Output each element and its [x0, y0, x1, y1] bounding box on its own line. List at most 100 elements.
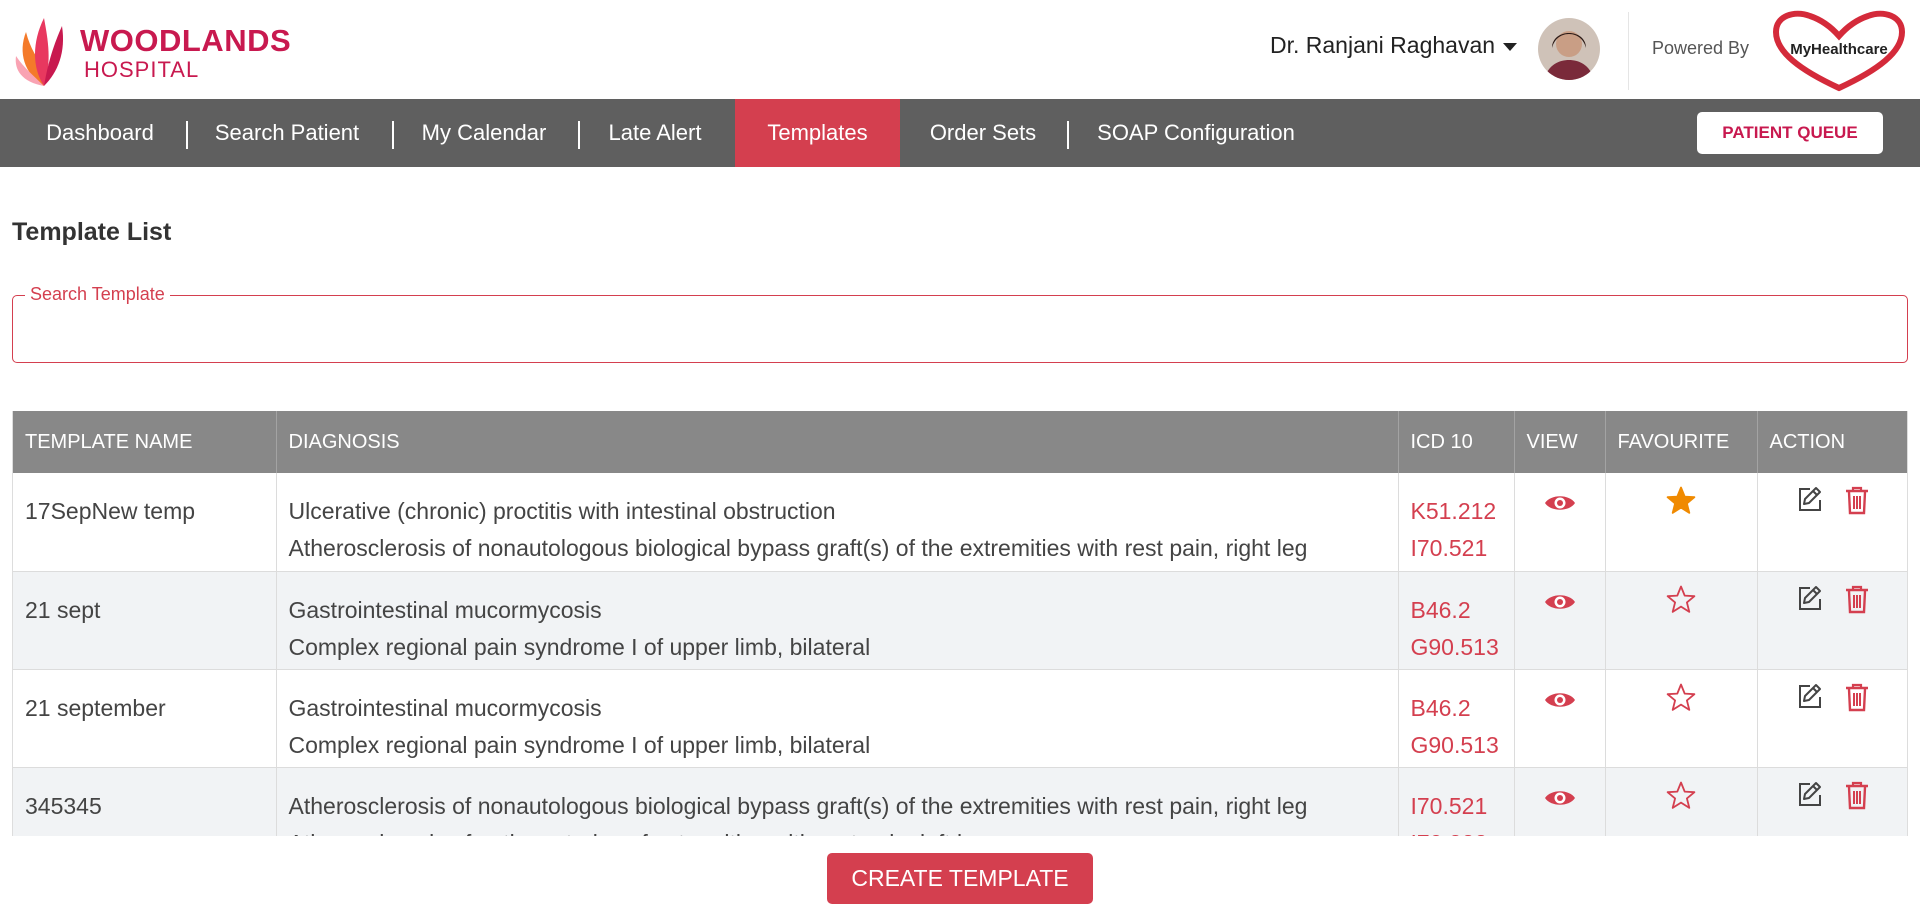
- nav-item-soap-configuration[interactable]: SOAP Configuration: [1082, 99, 1310, 167]
- diagnosis-cell: Gastrointestinal mucormycosis Complex reg…: [276, 669, 1399, 768]
- eye-icon[interactable]: [1544, 684, 1576, 721]
- icd-cell: K51.212 I70.521: [1398, 473, 1515, 572]
- diagnosis-text: Gastrointestinal mucormycosis: [288, 694, 602, 721]
- favourite-cell: [1605, 473, 1758, 572]
- icd-code: I70.222: [1411, 825, 1502, 837]
- favourite-cell: [1605, 571, 1758, 670]
- table-row: 17SepNew temp Ulcerative (chronic) procti…: [13, 473, 1907, 572]
- template-name-cell: 21 september: [13, 669, 277, 768]
- woodlands-logo-icon: [15, 18, 64, 86]
- nav-divider: [186, 121, 188, 149]
- eye-icon[interactable]: [1544, 487, 1576, 524]
- app-header: WOODLANDS HOSPITAL Dr. Ranjani Raghavan …: [0, 0, 1920, 99]
- trash-icon[interactable]: [1844, 780, 1870, 821]
- view-cell: [1514, 669, 1606, 768]
- icd-code: G90.513: [1410, 731, 1499, 758]
- diagnosis-text: Atherosclerosis of native arteries of ex…: [289, 825, 1386, 837]
- icd-cell: I70.521 I70.222: [1398, 767, 1515, 837]
- trash-icon[interactable]: [1844, 485, 1870, 526]
- table-header-row: TEMPLATE NAME DIAGNOSIS ICD 10 VIEW FAVO…: [13, 411, 1907, 473]
- main-nav: Dashboard Search Patient My Calendar Lat…: [0, 99, 1920, 167]
- template-name: 17SepNew temp: [25, 498, 196, 524]
- favourite-cell: [1605, 669, 1758, 768]
- user-name[interactable]: Dr. Ranjani Raghavan: [1270, 32, 1495, 59]
- header-divider: [1628, 12, 1629, 90]
- eye-icon[interactable]: [1544, 586, 1576, 623]
- column-header-diagnosis[interactable]: DIAGNOSIS: [276, 411, 1399, 473]
- template-name: 21 sept: [25, 596, 101, 623]
- diagnosis-cell: Ulcerative (chronic) proctitis with inte…: [276, 473, 1399, 572]
- star-outline-icon[interactable]: [1666, 781, 1696, 822]
- trash-icon[interactable]: [1844, 584, 1870, 625]
- action-cell: [1757, 473, 1907, 572]
- template-name-cell: 21 sept: [13, 571, 277, 670]
- star-outline-icon[interactable]: [1666, 585, 1696, 626]
- column-header-action[interactable]: ACTION: [1757, 411, 1907, 473]
- view-cell: [1514, 473, 1606, 572]
- nav-item-templates[interactable]: Templates: [735, 99, 900, 167]
- brand-name: WOODLANDS: [80, 23, 292, 58]
- diagnosis-text: Ulcerative (chronic) proctitis with inte…: [288, 498, 836, 524]
- avatar-image-icon: [1538, 18, 1600, 80]
- search-input[interactable]: [27, 314, 1887, 348]
- action-cell: [1757, 767, 1907, 836]
- page-title: Template List: [12, 218, 172, 246]
- icd-code: B46.2: [1410, 596, 1471, 623]
- diagnosis-cell: Atherosclerosis of nonautologous biologi…: [276, 767, 1399, 837]
- template-name-cell: 17SepNew temp: [13, 473, 277, 572]
- patient-queue-button[interactable]: PATIENT QUEUE: [1697, 112, 1883, 154]
- favourite-cell: [1605, 767, 1758, 836]
- view-cell: [1514, 571, 1606, 670]
- star-filled-icon[interactable]: [1666, 486, 1696, 527]
- template-name: 21 september: [25, 694, 166, 721]
- diagnosis-text: Atherosclerosis of nonautologous biologi…: [288, 535, 1308, 561]
- eye-icon[interactable]: [1544, 782, 1576, 819]
- table-row: 21 sept Gastrointestinal mucormycosis Comp…: [13, 571, 1907, 670]
- view-cell: [1514, 767, 1606, 836]
- trash-icon[interactable]: [1844, 682, 1870, 723]
- icd-cell: B46.2 G90.513: [1398, 669, 1515, 768]
- myhealthcare-logo-text: MyHealthcare: [1790, 41, 1888, 58]
- nav-item-search-patient[interactable]: Search Patient: [200, 99, 374, 167]
- icd-code: K51.212: [1410, 498, 1497, 524]
- diagnosis-text: Complex regional pain syndrome I of uppe…: [288, 633, 871, 660]
- nav-divider: [578, 121, 580, 149]
- nav-item-dashboard[interactable]: Dashboard: [20, 99, 180, 167]
- search-template-field[interactable]: Search Template: [12, 284, 1908, 363]
- template-name: 345345: [25, 792, 102, 819]
- nav-divider: [1067, 121, 1069, 149]
- myhealthcare-logo-icon: MyHealthcare: [1772, 10, 1906, 92]
- diagnosis-text: Atherosclerosis of nonautologous biologi…: [288, 792, 1308, 819]
- edit-icon[interactable]: [1796, 584, 1824, 623]
- nav-item-late-alert[interactable]: Late Alert: [592, 99, 718, 167]
- create-template-button[interactable]: CREATE TEMPLATE: [827, 853, 1093, 904]
- action-cell: [1757, 669, 1907, 768]
- nav-item-my-calendar[interactable]: My Calendar: [406, 99, 562, 167]
- brand-subtitle: HOSPITAL: [84, 57, 200, 82]
- icd-code: I70.521: [1410, 535, 1488, 561]
- user-menu[interactable]: Dr. Ranjani Raghavan: [1270, 32, 1518, 59]
- diagnosis-text: Gastrointestinal mucormycosis: [288, 596, 602, 623]
- column-header-view[interactable]: VIEW: [1514, 411, 1606, 473]
- nav-divider: [392, 121, 394, 149]
- icd-code: G90.513: [1410, 633, 1499, 660]
- edit-icon[interactable]: [1796, 780, 1824, 819]
- avatar[interactable]: [1538, 18, 1600, 80]
- template-table: TEMPLATE NAME DIAGNOSIS ICD 10 VIEW FAVO…: [12, 411, 1908, 836]
- edit-icon[interactable]: [1796, 485, 1824, 524]
- action-cell: [1757, 571, 1907, 670]
- chevron-down-icon[interactable]: [1503, 42, 1518, 51]
- icd-code: I70.521: [1410, 792, 1488, 819]
- table-row: 21 september Gastrointestinal mucormycosi…: [13, 669, 1907, 768]
- nav-item-order-sets[interactable]: Order Sets: [915, 99, 1051, 167]
- diagnosis-text: Complex regional pain syndrome I of uppe…: [288, 731, 871, 758]
- column-header-template-name[interactable]: TEMPLATE NAME: [13, 411, 277, 473]
- search-template-label: Search Template: [25, 284, 170, 305]
- column-header-favourite[interactable]: FAVOURITE: [1605, 411, 1758, 473]
- icd-cell: B46.2 G90.513: [1398, 571, 1515, 670]
- diagnosis-cell: Gastrointestinal mucormycosis Complex reg…: [276, 571, 1399, 670]
- edit-icon[interactable]: [1796, 682, 1824, 721]
- template-name-cell: 345345: [13, 767, 277, 836]
- star-outline-icon[interactable]: [1666, 683, 1696, 724]
- column-header-icd10[interactable]: ICD 10: [1398, 411, 1515, 473]
